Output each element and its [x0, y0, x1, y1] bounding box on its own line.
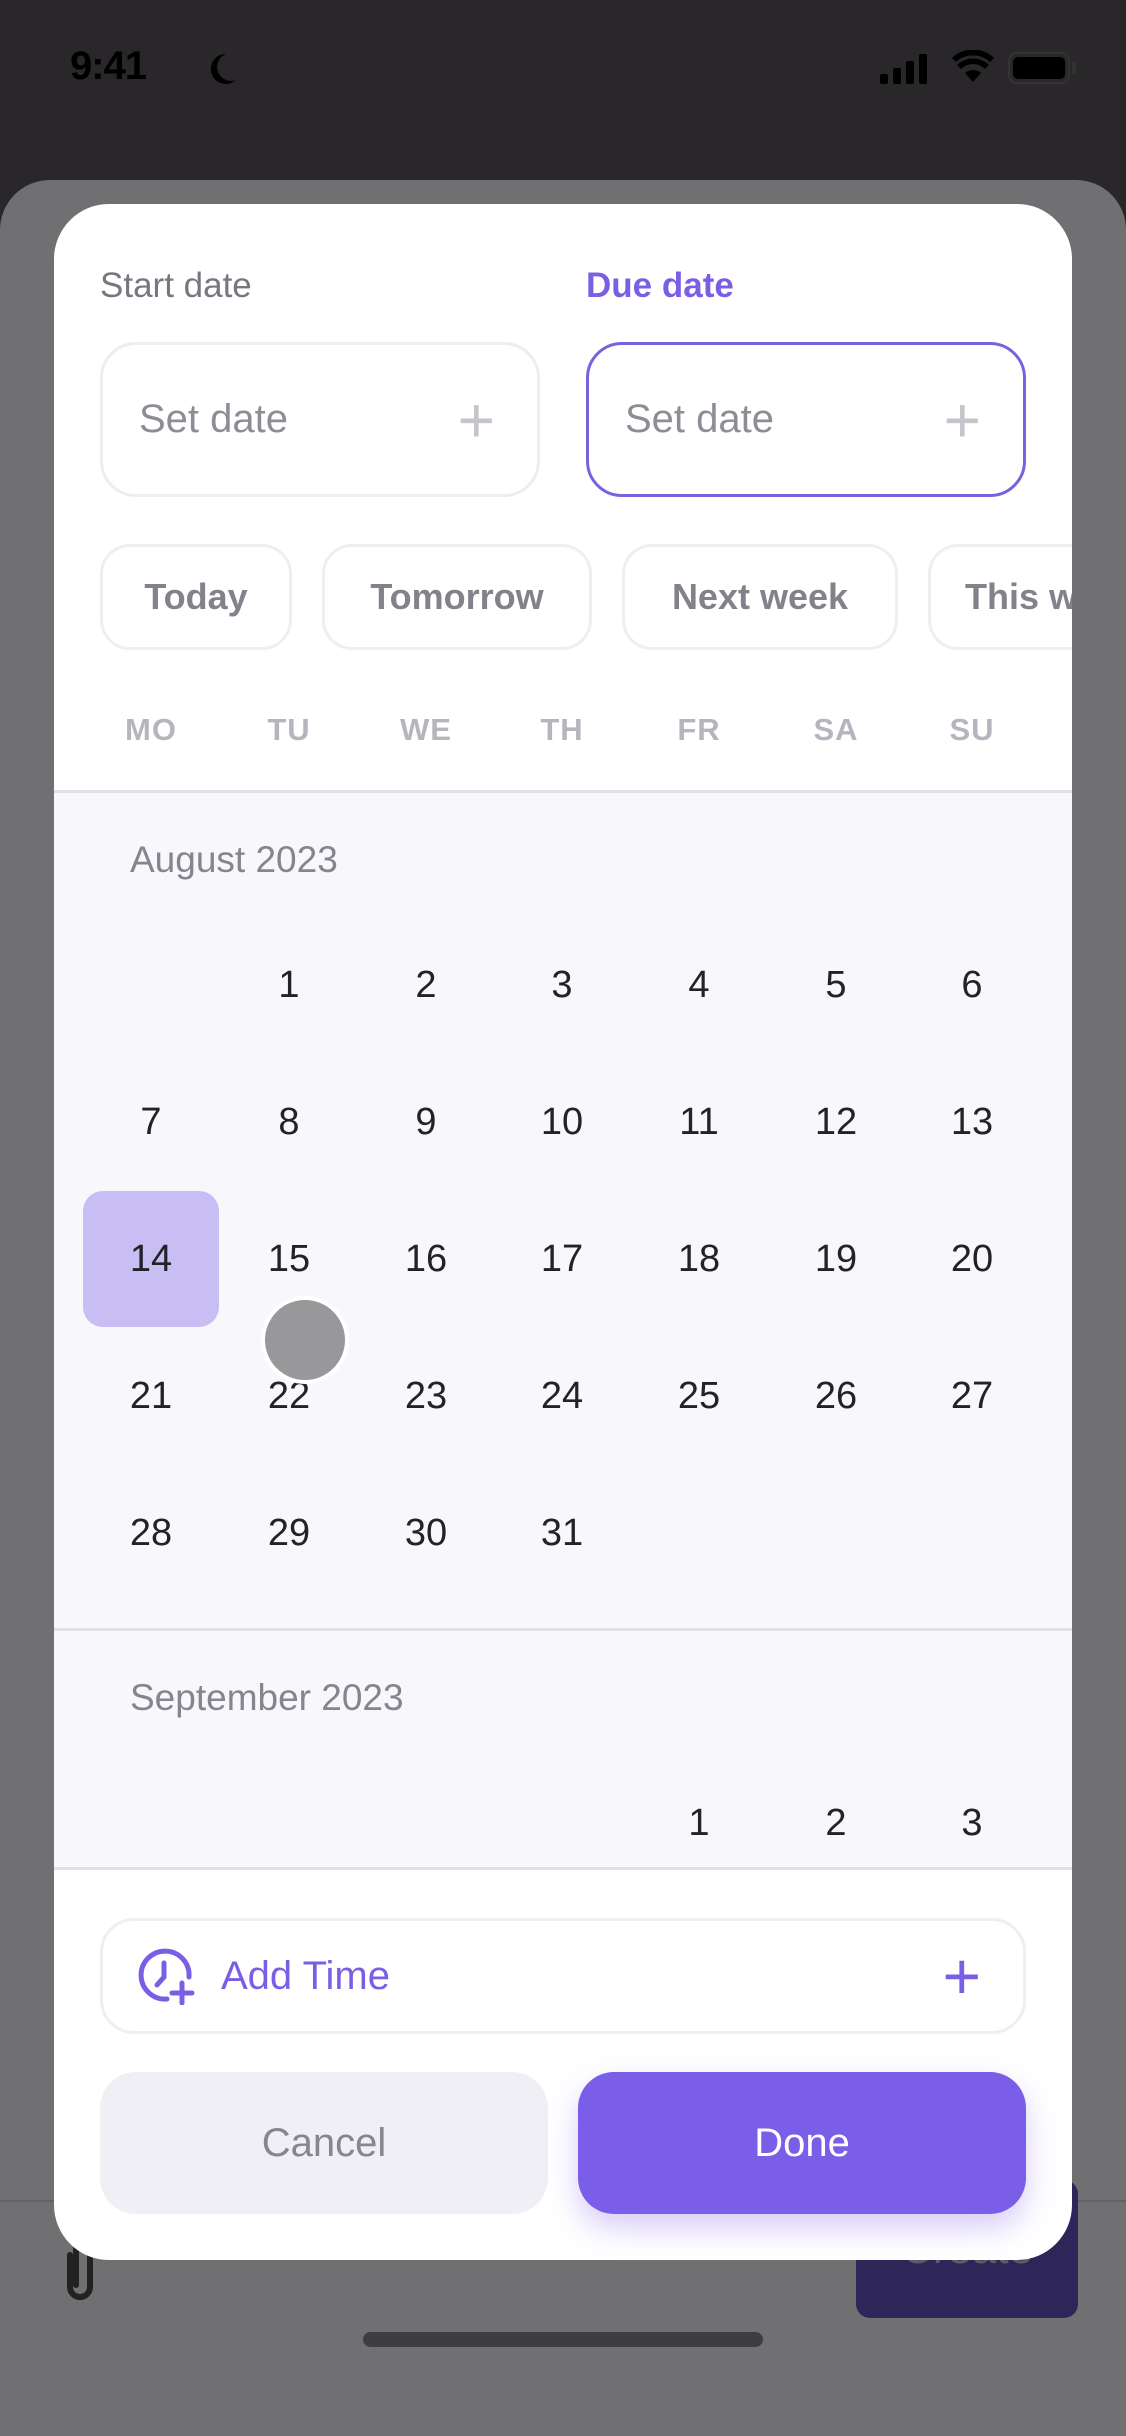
day-cell[interactable]: 6 — [904, 917, 1040, 1053]
day-cell[interactable]: 20 — [904, 1191, 1040, 1327]
month-title: September 2023 — [130, 1677, 404, 1718]
day-cell[interactable]: 19 — [768, 1191, 904, 1327]
day-cell[interactable]: 1 — [221, 917, 357, 1053]
chip-next-week[interactable]: Next week — [622, 544, 898, 650]
month-separator — [54, 1628, 1072, 1631]
day-cell[interactable]: 29 — [221, 1465, 357, 1601]
day-cell[interactable]: 11 — [631, 1054, 767, 1190]
weekday-mo: MO — [125, 712, 177, 747]
weekday-we: WE — [400, 712, 452, 747]
signal-icon — [880, 54, 927, 84]
start-date-field[interactable]: Set date + — [100, 342, 540, 497]
day-cell[interactable]: 2 — [768, 1755, 904, 1867]
battery-icon — [1008, 52, 1076, 84]
day-cell[interactable]: 5 — [768, 917, 904, 1053]
day-cell[interactable]: 23 — [358, 1328, 494, 1464]
day-cell[interactable]: 1 — [631, 1755, 767, 1867]
due-date-label: Due date — [586, 266, 734, 305]
day-cell[interactable]: 8 — [221, 1054, 357, 1190]
cancel-button[interactable]: Cancel — [100, 2072, 548, 2214]
weekday-th: TH — [540, 712, 584, 747]
day-cell[interactable]: 3 — [494, 917, 630, 1053]
weekday-su: SU — [949, 712, 995, 747]
day-cell[interactable]: 24 — [494, 1328, 630, 1464]
day-cell[interactable]: 10 — [494, 1054, 630, 1190]
day-cell[interactable]: 27 — [904, 1328, 1040, 1464]
due-date-field[interactable]: Set date + — [586, 342, 1026, 497]
day-cell-selected[interactable]: 14 — [83, 1191, 219, 1327]
day-cell[interactable]: 16 — [358, 1191, 494, 1327]
status-time: 9:41 — [70, 44, 147, 88]
chip-this-week[interactable]: This week — [928, 544, 1072, 650]
moon-icon — [210, 53, 236, 84]
start-date-label: Start date — [100, 266, 252, 305]
plus-icon: + — [457, 383, 495, 456]
add-time-label: Add Time — [221, 1953, 390, 1998]
day-cell[interactable]: 21 — [83, 1328, 219, 1464]
wifi-icon — [952, 50, 994, 82]
day-cell[interactable]: 3 — [904, 1755, 1040, 1867]
weekday-tu: TU — [267, 712, 311, 747]
day-cell[interactable]: 30 — [358, 1465, 494, 1601]
done-button[interactable]: Done — [578, 2072, 1026, 2214]
day-cell[interactable]: 28 — [83, 1465, 219, 1601]
clock-plus-icon — [138, 1948, 195, 2005]
day-cell[interactable]: 13 — [904, 1054, 1040, 1190]
chip-today[interactable]: Today — [100, 544, 292, 650]
day-cell[interactable]: 17 — [494, 1191, 630, 1327]
day-cell[interactable]: 12 — [768, 1054, 904, 1190]
add-time-button[interactable]: Add Time + — [100, 1918, 1026, 2034]
day-cell[interactable]: 4 — [631, 917, 767, 1053]
day-cell[interactable]: 7 — [83, 1054, 219, 1190]
date-picker-modal: Start date Due date Set date + Set date + … — [54, 204, 1072, 2260]
day-cell[interactable]: 2 — [358, 917, 494, 1053]
plus-icon: + — [943, 383, 981, 456]
day-cell[interactable]: 31 — [494, 1465, 630, 1601]
day-cell[interactable]: 26 — [768, 1328, 904, 1464]
day-cell[interactable]: 25 — [631, 1328, 767, 1464]
touch-indicator — [261, 1296, 349, 1384]
calendar-scroll[interactable]: August 2023 1 2 3 4 5 6 7 8 9 10 11 12 13 14 15 16 17 18 19… — [54, 790, 1072, 1870]
chip-tomorrow[interactable]: Tomorrow — [322, 544, 592, 650]
weekday-sa: SA — [813, 712, 859, 747]
day-cell[interactable]: 18 — [631, 1191, 767, 1327]
weekday-fr: FR — [677, 712, 721, 747]
home-indicator — [363, 2332, 763, 2347]
day-cell[interactable]: 9 — [358, 1054, 494, 1190]
start-date-placeholder: Set date — [139, 397, 289, 441]
due-date-placeholder: Set date — [625, 397, 775, 441]
month-title: August 2023 — [130, 839, 338, 880]
plus-icon: + — [942, 1939, 981, 2013]
